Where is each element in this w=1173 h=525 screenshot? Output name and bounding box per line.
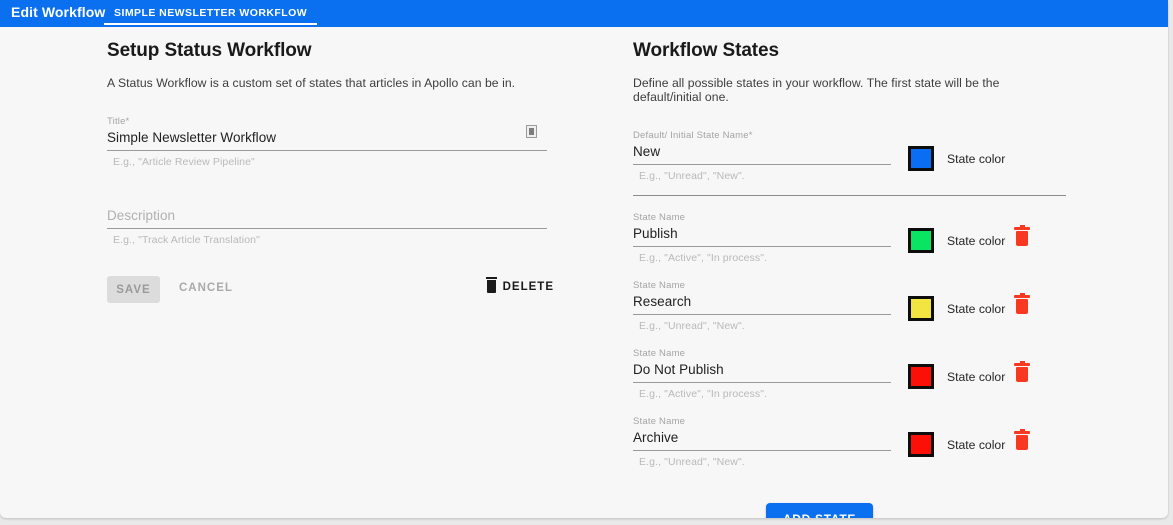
default-state-divider (633, 195, 1066, 196)
page-title: Edit Workflow (11, 4, 106, 20)
delete-state-icon[interactable] (1014, 429, 1030, 450)
state-name-field[interactable]: State Name Publish E.g., "Active", "In pro… (633, 212, 891, 264)
state-name-label: State Name (633, 280, 686, 291)
state-color-label: State color (947, 301, 1006, 316)
state-color-area: State color (891, 280, 1069, 321)
description-field-underline (107, 228, 547, 229)
left-section-description: A Status Workflow is a custom set of sta… (107, 76, 516, 90)
workflow-states-panel: Workflow States Define all possible stat… (633, 40, 1069, 518)
app-header: Edit Workflow SIMPLE NEWSLETTER WORKFLOW (0, 0, 1168, 27)
state-color-label: State color (947, 151, 1006, 166)
state-name-input[interactable]: Research (633, 292, 891, 314)
state-color-area: State color (891, 348, 1069, 389)
tab-simple-newsletter-workflow[interactable]: SIMPLE NEWSLETTER WORKFLOW (104, 0, 318, 27)
state-name-label: State Name (633, 416, 686, 427)
state-name-input[interactable]: New (633, 142, 891, 164)
state-color-label: State color (947, 369, 1006, 384)
tab-active-underline (104, 23, 318, 25)
state-name-field[interactable]: State Name Research E.g., "Unread", "New". (633, 280, 891, 332)
state-name-underline (633, 164, 891, 165)
description-field-hint: E.g., "Track Article Translation" (113, 234, 260, 246)
state-name-underline (633, 382, 891, 383)
delete-workflow-button[interactable]: DELETE (485, 277, 554, 293)
state-color-area: State color (891, 130, 1069, 171)
state-color-label: State color (947, 437, 1006, 452)
state-name-field[interactable]: Default/ Initial State Name* New E.g., "Un… (633, 130, 891, 182)
workflow-card: Edit Workflow SIMPLE NEWSLETTER WORKFLOW… (0, 0, 1168, 518)
right-section-title: Workflow States (633, 40, 779, 61)
add-state-button[interactable]: ADD STATE (765, 503, 874, 518)
state-name-label: State Name (633, 212, 686, 223)
state-name-hint: E.g., "Unread", "New". (639, 170, 745, 182)
state-name-field[interactable]: State Name Archive E.g., "Unread", "New". (633, 416, 891, 468)
state-list: Default/ Initial State Name* New E.g., "Un… (633, 130, 1069, 468)
state-color-swatch[interactable] (908, 364, 934, 389)
title-field-label: Title* (107, 116, 130, 127)
title-field-hint: E.g., "Article Review Pipeline" (113, 156, 255, 168)
state-color-swatch[interactable] (908, 228, 934, 253)
state-name-input[interactable]: Do Not Publish (633, 360, 891, 382)
state-name-input[interactable]: Publish (633, 224, 891, 246)
setup-status-workflow-panel: Setup Status Workflow A Status Workflow … (107, 40, 553, 304)
state-name-label: State Name (633, 348, 686, 359)
save-glyph-icon[interactable] (526, 125, 537, 138)
state-color-swatch[interactable] (908, 296, 934, 321)
trash-icon (485, 277, 497, 293)
left-section-title: Setup Status Workflow (107, 40, 312, 61)
description-field-label (107, 194, 547, 206)
state-name-hint: E.g., "Unread", "New". (639, 320, 745, 332)
page-root: Edit Workflow SIMPLE NEWSLETTER WORKFLOW… (0, 0, 1173, 525)
state-name-hint: E.g., "Active", "In process". (639, 388, 768, 400)
state-name-underline (633, 246, 891, 247)
description-field[interactable]: Description E.g., "Track Article Transla… (107, 194, 547, 246)
delete-state-icon[interactable] (1014, 361, 1030, 382)
tab-label: SIMPLE NEWSLETTER WORKFLOW (114, 7, 308, 19)
state-row: State Name Archive E.g., "Unread", "New". S… (633, 416, 1069, 468)
state-name-field[interactable]: State Name Do Not Publish E.g., "Active", … (633, 348, 891, 400)
state-color-area: State color (891, 212, 1069, 253)
state-name-underline (633, 314, 891, 315)
state-row: State Name Do Not Publish E.g., "Active", … (633, 348, 1069, 400)
title-input[interactable]: Simple Newsletter Workflow (107, 128, 547, 150)
state-color-swatch[interactable] (908, 432, 934, 457)
state-name-input[interactable]: Archive (633, 428, 891, 450)
state-name-label: Default/ Initial State Name* (633, 130, 753, 141)
right-section-description: Define all possible states in your workf… (633, 76, 1000, 104)
delete-button-label: DELETE (502, 280, 554, 293)
cancel-button[interactable]: CANCEL (173, 281, 239, 295)
save-button[interactable]: SAVE (107, 276, 160, 303)
state-name-underline (633, 450, 891, 451)
left-action-bar: SAVE CANCEL DELETE (107, 276, 553, 304)
state-color-area: State color (891, 416, 1069, 457)
add-state-row: ADD STATE (633, 503, 1069, 518)
state-color-swatch[interactable] (908, 146, 934, 171)
state-name-hint: E.g., "Unread", "New". (639, 456, 745, 468)
delete-state-icon[interactable] (1014, 225, 1030, 246)
title-field-underline (107, 150, 547, 151)
title-field[interactable]: Title* Simple Newsletter Workflow E.g., … (107, 116, 547, 168)
state-row: State Name Publish E.g., "Active", "In pro… (633, 212, 1069, 264)
description-input[interactable]: Description (107, 206, 547, 228)
state-row: State Name Research E.g., "Unread", "New".… (633, 280, 1069, 332)
state-name-hint: E.g., "Active", "In process". (639, 252, 768, 264)
delete-state-icon[interactable] (1014, 293, 1030, 314)
state-row: Default/ Initial State Name* New E.g., "Un… (633, 130, 1069, 182)
state-color-label: State color (947, 233, 1006, 248)
